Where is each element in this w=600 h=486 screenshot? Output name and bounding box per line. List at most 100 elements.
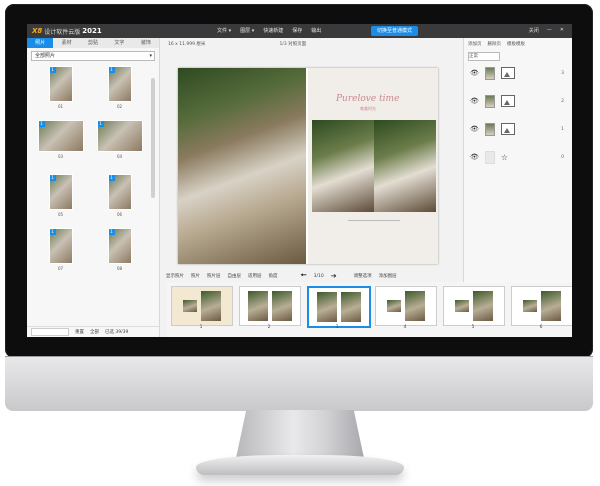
menu-save[interactable]: 保存 — [292, 27, 302, 34]
layer-row[interactable]: 👁 ☆ 0 — [470, 150, 566, 164]
layer-row[interactable]: 👁 2 — [470, 94, 566, 108]
eye-icon[interactable]: 👁 — [470, 69, 479, 77]
menu-file[interactable]: 文件 ▾ — [217, 27, 231, 34]
filmstrip-page[interactable]: 6 — [511, 286, 572, 330]
menu-quick-new[interactable]: 快速新建 — [263, 27, 283, 34]
arrow-left-icon[interactable]: 🠔 — [301, 271, 307, 282]
right-page-photo-1[interactable] — [312, 120, 374, 212]
layer-row[interactable]: 👁 1 — [470, 122, 566, 136]
app-name: 设计软件云版 — [44, 28, 81, 36]
photo-thumb[interactable]: 1 03 — [37, 120, 84, 170]
right-page-photo-2[interactable] — [374, 120, 436, 212]
layer-number: 3 — [561, 70, 564, 76]
blend-select[interactable]: 正常 — [468, 51, 500, 61]
photo-layer-radio[interactable]: 照片层 — [207, 273, 221, 279]
photo-filter-select[interactable]: 全部照片 ▾ — [31, 51, 155, 61]
eye-icon[interactable]: 👁 — [470, 125, 479, 133]
photo-thumb[interactable]: 1 02 — [97, 66, 143, 116]
photo-thumb[interactable]: 1 06 — [97, 174, 143, 224]
pager-indicator: 3/10 — [313, 273, 324, 279]
tab-clip[interactable]: 剪贴 — [80, 38, 106, 48]
spread-canvas[interactable]: Purelove time 唯美时光 — [178, 68, 438, 264]
layer-thumb — [484, 94, 495, 108]
tab-decor[interactable]: 装饰 — [133, 38, 159, 48]
window-controls: 关闭 — ✕ — [529, 27, 564, 34]
image-icon — [500, 95, 515, 107]
layer-thumb — [484, 150, 495, 164]
blend-row: 正常 — [464, 50, 572, 62]
page-info: 1/3 对照页面 — [279, 42, 307, 47]
eye-icon[interactable]: 👁 — [470, 153, 479, 161]
delete-page-button[interactable]: 删除页 — [488, 41, 502, 47]
tab-material[interactable]: 素材 — [53, 38, 79, 48]
left-panel: 照片 素材 剪贴 文字 装饰 全部照片 ▾ 1 01 1 02 1 03 1 04 10… — [27, 38, 163, 337]
photo-thumb[interactable]: 1 01 — [38, 66, 84, 116]
logo-mark: X8 — [32, 27, 43, 35]
star-icon: ☆ — [500, 152, 509, 162]
chevron-down-icon: ▾ — [149, 53, 152, 59]
right-page-subtitle: 唯美时光 — [360, 106, 376, 111]
image-icon — [500, 123, 515, 135]
layer-number: 0 — [561, 154, 564, 160]
page-filmstrip: 1 2 3 4 5 6 — [167, 282, 572, 337]
app-screen: X8 设计软件云版 2021 文件 ▾ 图层 ▾ 快速新建 保存 输出 切换至普… — [27, 24, 572, 337]
show-photo-checkbox[interactable]: 显示照片 — [166, 273, 184, 279]
layer-thumb — [484, 122, 495, 136]
blend-value: 正常 — [469, 53, 478, 59]
add-layer-button[interactable]: 添加图层 — [379, 273, 397, 279]
filmstrip-page[interactable]: 1 — [171, 286, 233, 330]
filmstrip-page[interactable]: 5 — [443, 286, 505, 330]
photo-grid: 1 01 1 02 1 03 1 04 1 05 1 06 1 07 1 08 — [31, 66, 149, 282]
right-page-title: Purelove time — [336, 94, 400, 104]
select-all-button[interactable]: 全部 — [90, 329, 99, 335]
right-page-text-lines — [348, 220, 400, 237]
apply-layer-button[interactable]: 适用层 — [248, 273, 262, 279]
photo-thumb[interactable]: 1 05 — [38, 174, 84, 224]
menu-layer[interactable]: 图层 ▾ — [240, 27, 254, 34]
switch-mode-button[interactable]: 切换至普通模式 — [371, 26, 419, 36]
right-page[interactable]: Purelove time 唯美时光 — [308, 68, 438, 264]
layer-number: 2 — [561, 98, 564, 104]
left-footer: 重置 全部 已选 39/39 — [27, 326, 163, 337]
app-year: 2021 — [82, 27, 102, 35]
monitor-stand-neck — [236, 410, 364, 458]
filmstrip-page-active[interactable]: 3 — [307, 286, 371, 330]
adjust-options-button[interactable]: 调整选项 — [354, 273, 372, 279]
titlebar: X8 设计软件云版 2021 文件 ▾ 图层 ▾ 快速新建 保存 输出 切换至普… — [27, 24, 572, 38]
eye-icon[interactable]: 👁 — [470, 97, 479, 105]
close-icon[interactable]: ✕ — [560, 27, 564, 34]
menu-export[interactable]: 输出 — [311, 27, 321, 34]
add-page-button[interactable]: 添加页 — [468, 41, 482, 47]
layer-row[interactable]: 👁 3 — [470, 66, 566, 80]
layer-number: 1 — [561, 126, 564, 132]
angle-button[interactable]: 角度 — [269, 273, 278, 279]
selected-count: 已选 39/39 — [105, 330, 129, 335]
right-toolbar: 添加页 删除页 模板模板 — [464, 38, 572, 50]
tab-text[interactable]: 文字 — [106, 38, 132, 48]
free-layer-radio[interactable]: 自由层 — [228, 273, 242, 279]
filmstrip-page[interactable]: 2 — [239, 286, 301, 330]
photo-radio[interactable]: 照片 — [191, 273, 200, 279]
photo-thumb[interactable]: 1 04 — [96, 120, 143, 170]
app-logo: X8 设计软件云版 2021 — [32, 26, 102, 36]
photo-thumb[interactable]: 1 08 — [97, 228, 143, 278]
reset-button[interactable]: 重置 — [75, 329, 84, 335]
photo-filter-value: 全部照片 — [35, 53, 56, 59]
left-scrollbar[interactable] — [151, 78, 155, 198]
template-button[interactable]: 模板模板 — [507, 41, 525, 47]
minimize-icon[interactable]: — — [547, 27, 552, 34]
filmstrip-page[interactable]: 4 — [375, 286, 437, 330]
canvas-controls: 显示照片 照片 照片层 自由层 适用层 角度 🠔 3/10 ➔ 调整选项 添加图… — [160, 270, 468, 282]
main-menu: 文件 ▾ 图层 ▾ 快速新建 保存 输出 — [217, 27, 321, 34]
monitor-chin — [5, 356, 593, 411]
layer-thumb — [484, 66, 495, 80]
tab-photos[interactable]: 照片 — [27, 38, 54, 48]
photo-thumb[interactable]: 1 07 — [38, 228, 84, 278]
image-icon — [500, 67, 515, 79]
monitor-stand-base — [196, 455, 404, 475]
left-page-photo[interactable] — [178, 68, 306, 264]
search-input[interactable] — [31, 328, 69, 336]
arrow-right-icon[interactable]: ➔ — [331, 272, 337, 280]
close-label[interactable]: 关闭 — [529, 27, 539, 34]
left-tabs: 照片 素材 剪贴 文字 装饰 — [27, 38, 159, 48]
